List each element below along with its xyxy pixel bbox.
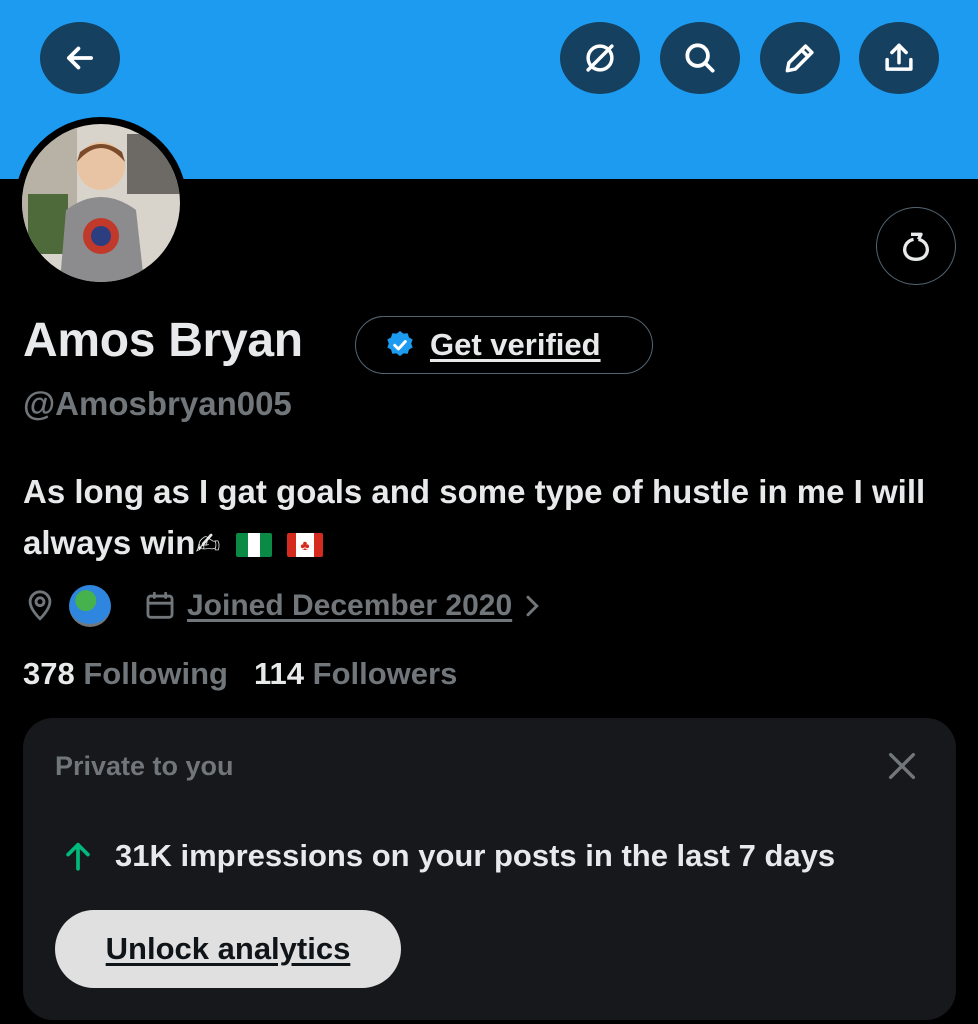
following-link[interactable]: 378 Following xyxy=(23,656,228,692)
pencil-icon xyxy=(785,44,814,73)
chevron-right-icon[interactable] xyxy=(522,591,544,621)
joined-date-link[interactable]: Joined December 2020 xyxy=(187,589,512,623)
unlock-analytics-button[interactable]: Unlock analytics xyxy=(55,910,401,988)
calendar-icon xyxy=(146,591,174,619)
profile-meta: Joined December 2020 xyxy=(23,584,544,628)
back-button[interactable] xyxy=(40,22,120,94)
nigeria-flag-icon xyxy=(235,533,272,558)
arrow-left-icon xyxy=(67,46,93,70)
grok-icon xyxy=(586,44,614,72)
verified-badge-icon xyxy=(387,331,413,357)
get-verified-button[interactable]: Get verified xyxy=(355,316,653,374)
avatar-frame[interactable] xyxy=(15,117,187,289)
profile-handle: @Amosbryan005 xyxy=(23,385,292,422)
card-title: Private to you xyxy=(55,751,234,781)
arrow-up-icon xyxy=(66,842,90,871)
bio-text: As long as I gat goals and some type of … xyxy=(23,473,926,561)
private-analytics-card: Private to you 31K impressions on your p… xyxy=(23,718,956,1020)
share-button[interactable] xyxy=(859,22,939,94)
search-icon xyxy=(685,43,715,73)
follow-stats: 378 Following 114 Followers xyxy=(23,656,457,692)
impressions-row: 31K impressions on your posts in the las… xyxy=(61,838,835,874)
globe-icon[interactable] xyxy=(69,585,111,627)
close-icon[interactable] xyxy=(885,749,919,783)
location-pin-icon xyxy=(28,590,52,621)
following-count: 378 xyxy=(23,656,75,691)
followers-link[interactable]: 114 Followers xyxy=(254,656,457,692)
impressions-text: 31K impressions on your posts in the las… xyxy=(115,838,836,873)
grok-button[interactable] xyxy=(560,22,640,94)
writing-hand-emoji: ✍ xyxy=(195,528,221,561)
bell-plus-icon xyxy=(903,232,929,261)
followers-label: Followers xyxy=(312,656,458,691)
get-verified-label: Get verified xyxy=(430,327,601,362)
search-button[interactable] xyxy=(660,22,740,94)
following-label: Following xyxy=(83,656,228,691)
unlock-analytics-label: Unlock analytics xyxy=(105,931,351,966)
profile-bio: As long as I gat goals and some type of … xyxy=(23,466,958,570)
profile-name: Amos Bryan xyxy=(23,314,303,367)
followers-count: 114 xyxy=(254,656,305,691)
share-icon xyxy=(885,43,913,71)
canada-flag-icon: ♣ xyxy=(286,533,323,558)
avatar xyxy=(22,124,180,282)
edit-button[interactable] xyxy=(760,22,840,94)
notifications-button[interactable] xyxy=(876,207,956,285)
